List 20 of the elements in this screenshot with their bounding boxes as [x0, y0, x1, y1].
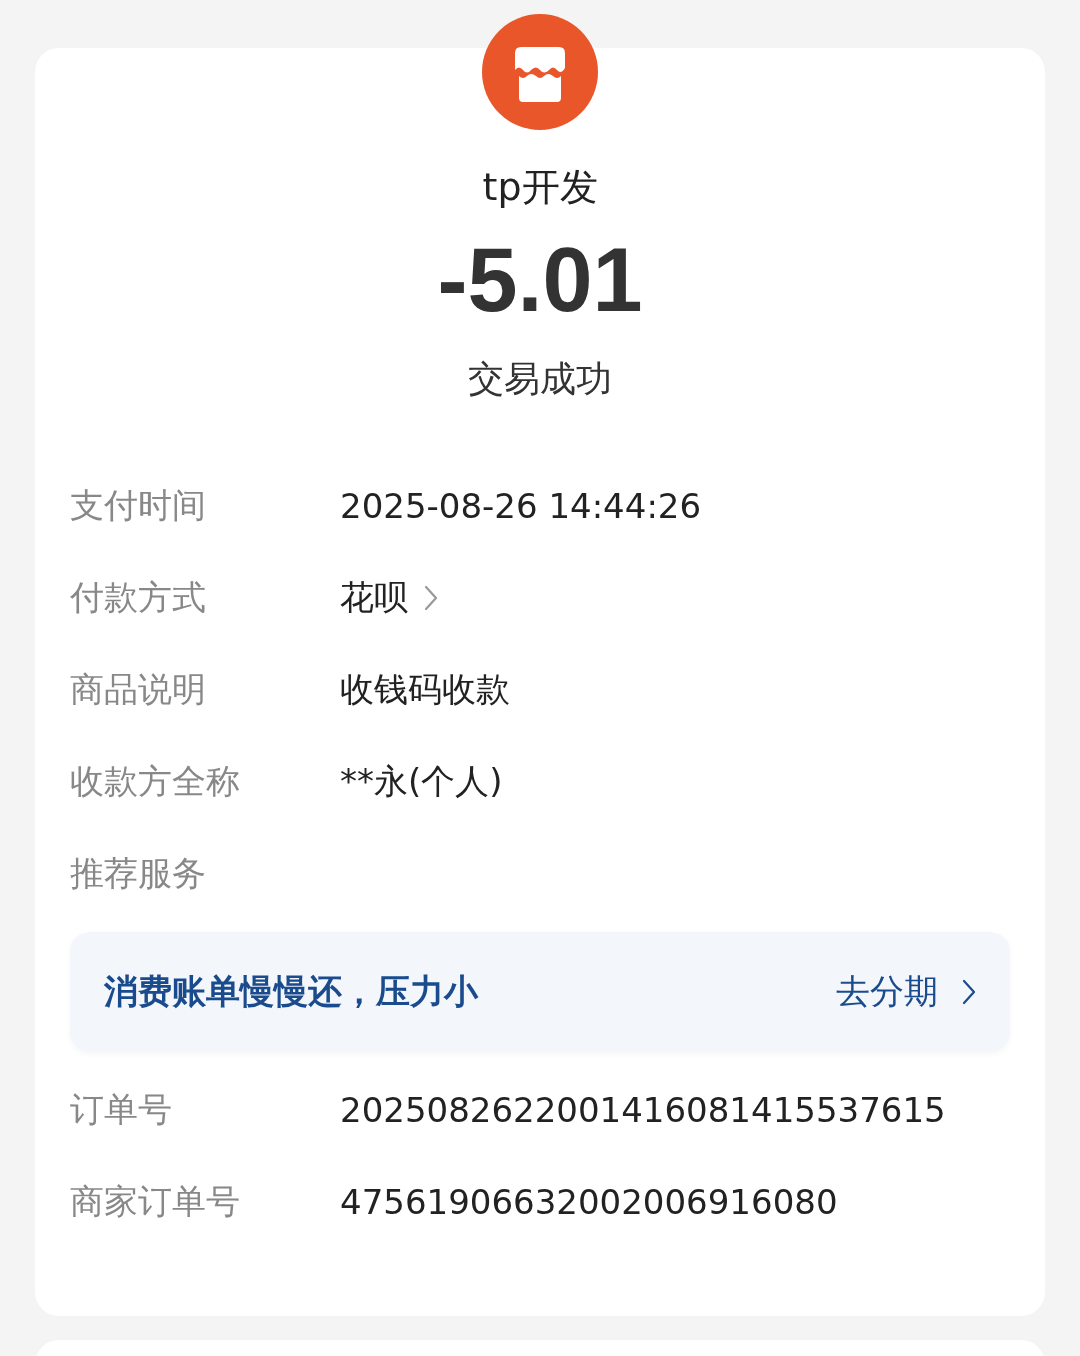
chevron-icon — [424, 585, 438, 611]
field-label: 支付时间 — [70, 484, 207, 527]
field-value: 47561906632002006916080 — [340, 1182, 838, 1222]
field-label: 商品说明 — [70, 668, 207, 711]
transaction-status: 交易成功 — [468, 357, 612, 401]
field-value: 2025082622001416081415537615 — [340, 1090, 946, 1130]
field-label: 商家订单号 — [70, 1180, 241, 1223]
payment-method-link[interactable]: 花呗 — [340, 575, 438, 621]
installment-link[interactable]: 去分期 — [836, 969, 976, 1015]
section-label: 推荐服务 — [70, 852, 207, 895]
chevron-icon — [962, 979, 976, 1005]
field-label: 收款方全称 — [70, 760, 241, 803]
field-label: 订单号 — [70, 1088, 173, 1131]
promo-text: 消费账单慢慢还，压力小 — [104, 970, 478, 1013]
field-value: 2025-08-26 14:44:26 — [340, 486, 702, 526]
amount: -5.01 — [437, 235, 643, 325]
field-value: **永(个人) — [340, 760, 503, 803]
field-value: 收钱码收款 — [340, 668, 510, 711]
field-label: 付款方式 — [70, 576, 207, 619]
merchant-name: tp开发 — [482, 164, 598, 211]
